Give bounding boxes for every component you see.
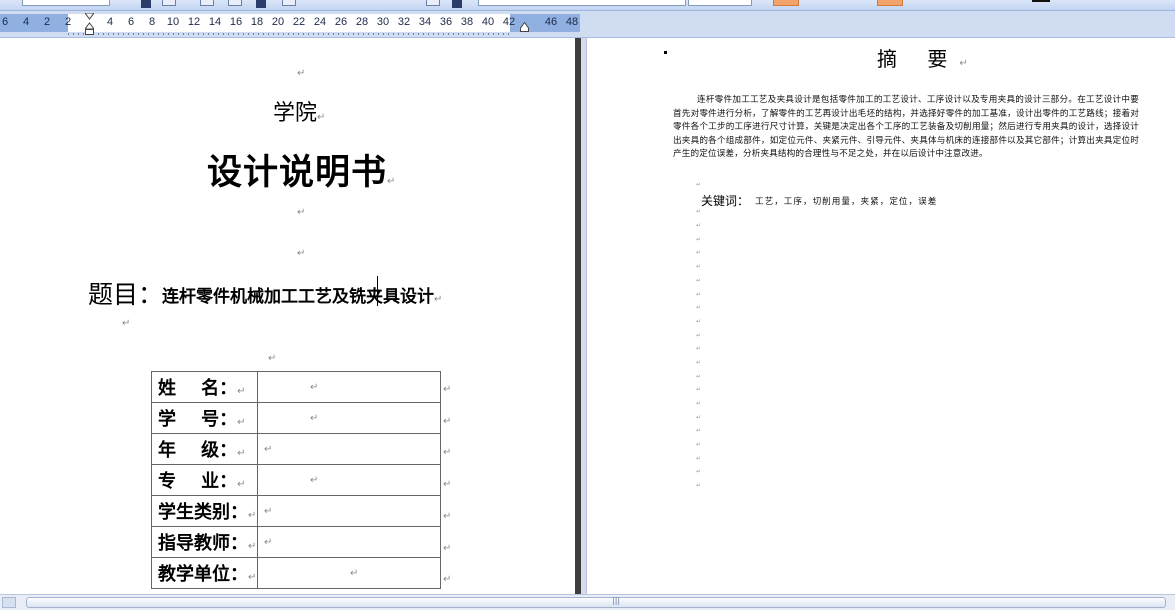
ruler-label: 34 [418,16,432,28]
ruler-ticks [68,33,510,35]
highlight-button[interactable] [773,0,799,6]
toolbar-strip [0,0,1175,11]
ruler-label: 36 [439,16,453,28]
ruler-label: 8 [148,16,156,28]
paragraph-mark-icon: ↵ [122,318,131,329]
row-end-mark-icon: ↵ [443,384,452,395]
ruler-label: 40 [481,16,495,28]
ruler-label: 2 [64,16,72,28]
font-color-button[interactable] [877,0,903,6]
text-cursor [377,276,378,306]
table-label-cell[interactable]: 年 级：↵ [151,433,258,465]
table-value-cell[interactable]: ↵ [257,371,441,403]
scroll-left-button[interactable] [2,597,16,608]
ruler-label: 4 [22,16,30,28]
paragraph-mark-icon: ↵ [268,353,277,364]
ruler-label: 4 [106,16,114,28]
ruler-label: 24 [313,16,327,28]
ruler-label: 32 [397,16,411,28]
bullet-dot [664,51,667,54]
row-end-mark-icon: ↵ [443,416,452,427]
ruler-label: 14 [208,16,222,28]
ruler-label: 48 [565,16,579,28]
table-row: 姓 名：↵ ↵ [151,371,441,403]
keywords-text: 工艺，工序，切削用量，夹紧，定位，误差 [755,197,938,207]
table-icon[interactable] [162,0,176,6]
size-dropdown-field[interactable] [688,0,752,6]
ruler-label: 6 [1,16,9,28]
table-label-cell[interactable]: 指导教师：↵ [151,526,258,558]
ruler-label: 28 [355,16,369,28]
table-value-cell[interactable]: ↵ [257,433,441,465]
ruler-label: 46 [544,16,558,28]
keywords-label: 关键词： [701,194,750,208]
row-end-mark-icon: ↵ [443,511,452,522]
empty-paragraph-marks: ↵ ↵ ↵ ↵ ↵ ↵ ↵ ↵ ↵ ↵ ↵ ↵ ↵ ↵ ↵ ↵ ↵ ↵ ↵ ↵ ↵ ↵ [696,181,702,490]
table-label-cell[interactable]: 学生类别：↵ [151,495,258,527]
abstract-page[interactable]: 摘 要↵ 连杆零件加工工艺及夹具设计是包括零件加工的工艺设计、工序设计以及专用夹… [587,38,1175,594]
indent-marker-icon[interactable] [85,13,94,35]
table-row: 年 级：↵ ↵ [151,433,441,465]
line-style-icon[interactable] [1032,0,1050,2]
table-value-cell[interactable]: ↵ [257,495,441,527]
shading-icon[interactable] [426,0,440,6]
paragraph-mark-icon: ↵ [297,207,306,218]
scroll-thumb[interactable] [26,597,1166,608]
table-label-cell[interactable]: 姓 名：↵ [151,371,258,403]
row-end-mark-icon: ↵ [443,543,452,554]
table-label-cell[interactable]: 专 业：↵ [151,464,258,496]
ruler-label: 6 [127,16,135,28]
table-row: 教学单位：↵ ↵ [151,557,441,589]
school-name: 学院↵ [273,101,326,126]
table-value-cell[interactable]: ↵ [257,402,441,434]
row-end-mark-icon: ↵ [443,574,452,585]
table-label-cell[interactable]: 教学单位：↵ [151,557,258,589]
table-value-cell[interactable]: ↵ [257,557,441,589]
table-row: 指导教师：↵ ↵ [151,526,441,558]
format-icon[interactable] [228,0,242,6]
ruler-label: 20 [271,16,285,28]
ruler-label: 26 [334,16,348,28]
topic-text: 连杆零件机械加工工艺及铣夹具设计↵ [162,287,443,307]
ruler-label: 18 [250,16,264,28]
table-row: 学生类别：↵ ↵ [151,495,441,527]
horizontal-scrollbar[interactable]: ||| [0,594,1175,610]
horizontal-ruler[interactable]: 6 4 2 2 4 6 8 10 12 14 16 18 20 22 24 26… [0,11,1175,38]
border-icon[interactable] [282,0,296,6]
ruler-label: 30 [376,16,390,28]
ruler-label: 10 [166,16,180,28]
ruler-label: 38 [460,16,474,28]
ruler-label: 22 [292,16,306,28]
dropdown-arrow-icon[interactable] [256,0,266,8]
dropdown-arrow-icon[interactable] [452,0,462,8]
abstract-title: 摘 要↵ [877,47,968,71]
ruler-margin-left [0,14,68,32]
ruler-label: 2 [43,16,51,28]
student-info-table: 姓 名：↵ ↵ 学 号：↵ ↵ 年 级：↵ ↵ 专 业：↵ ↵ 学生类别：↵ ↵… [151,371,441,589]
table-label-cell[interactable]: 学 号：↵ [151,402,258,434]
cover-page[interactable]: ↵ 学院↵ 设计说明书↵ ↵ ↵ 题目： 连杆零件机械加工工艺及铣夹具设计↵ ↵… [0,38,575,594]
table-value-cell[interactable]: ↵ [257,464,441,496]
document-title: 设计说明书↵ [207,153,397,193]
row-end-mark-icon: ↵ [443,479,452,490]
paragraph-mark-icon: ↵ [297,248,306,259]
paragraph-mark-icon: ↵ [297,68,306,79]
ruler-label: 42 [502,16,516,28]
align-icon[interactable] [200,0,214,6]
ruler-label: 12 [187,16,201,28]
table-row: 学 号：↵ ↵ [151,402,441,434]
font-dropdown-field[interactable] [478,0,686,6]
grip-icon: ||| [612,596,621,605]
topic-label: 题目： [88,280,164,309]
row-end-mark-icon: ↵ [443,447,452,458]
table-row: 专 业：↵ ↵ [151,464,441,496]
dropdown-arrow-icon[interactable] [141,0,151,8]
abstract-body: 连杆零件加工工艺及夹具设计是包括零件加工的工艺设计、工序设计以及专用夹具的设计三… [673,95,1139,159]
style-dropdown-field[interactable] [22,0,110,6]
table-value-cell[interactable]: ↵ [257,526,441,558]
ruler-label: 16 [229,16,243,28]
right-indent-marker-icon[interactable] [520,22,529,32]
